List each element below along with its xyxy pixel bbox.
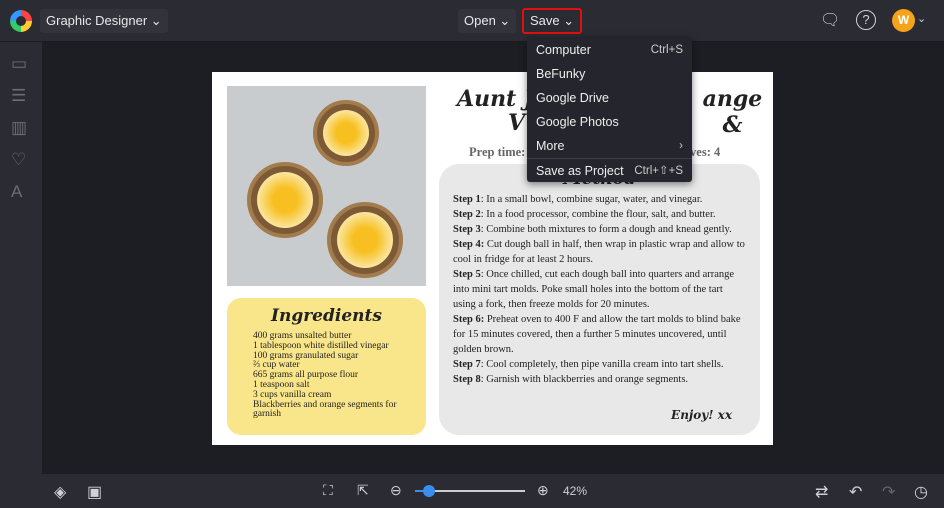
method-step: Step 4: Cut dough ball in half, then wra… [453,237,746,267]
step-text: : In a food processor, combine the flour… [480,209,716,220]
undo-icon[interactable]: ↶ [849,482,862,502]
history-icon[interactable]: ◷ [914,482,928,502]
layout-icon[interactable]: ▥ [11,118,27,138]
menu-item-label: Google Photos [536,115,619,129]
step-number: Step 2 [453,209,481,220]
mode-label: Graphic Designer [46,13,148,28]
step-number: Step 1 [453,194,481,205]
comment-icon[interactable]: 🗨 [820,10,840,30]
help-icon[interactable]: ? [856,10,876,30]
method-step: Step 5: Once chilled, cut each dough bal… [453,267,746,312]
zoom-slider[interactable] [415,485,525,497]
menu-item-label: More [536,139,565,153]
heart-icon[interactable]: ♡ [11,150,26,170]
save-menu-item[interactable]: Google Drive [527,86,692,110]
ingredients-title: Ingredients [271,306,382,326]
save-menu-item[interactable]: More › [527,134,692,158]
left-toolbar: ▭ ☰ ▥ ♡ A [0,42,42,474]
zoom-in-icon[interactable]: ⊕ [537,482,549,499]
title-line2: V [508,110,526,136]
layers-icon[interactable]: ◈ [54,482,66,502]
step-text: : Combine both mixtures to form a dough … [480,224,732,235]
step-number: Step 7 [453,359,481,370]
step-text: Cut dough ball in half, then wrap in pla… [453,239,745,265]
step-number: Step 5 [453,269,481,280]
step-number: Step 6: [453,314,485,325]
step-text: : Cool completely, then pipe vanilla cre… [480,359,724,370]
step-number: Step 3 [453,224,481,235]
save-menu-item[interactable]: Computer Ctrl+S [527,38,692,62]
step-number: Step 4: [453,239,485,250]
redo-icon[interactable]: ↷ [882,482,895,502]
save-menu-item[interactable]: BeFunky [527,62,692,86]
prep-time: Prep time: [469,145,526,159]
zoom-slider-handle[interactable] [422,485,435,497]
menu-item-label: Computer [536,43,591,57]
method-step: Step 2: In a food processor, combine the… [453,207,746,222]
step-text: : Once chilled, cut each dough ball into… [453,269,735,310]
method-step: Step 7: Cool completely, then pipe vanil… [453,357,746,372]
save-label: Save [530,13,560,28]
sliders-icon[interactable]: ☰ [11,86,26,106]
actual-size-icon[interactable]: ⇱ [357,482,369,499]
method-step: Step 3: Combine both mixtures to form a … [453,222,746,237]
fit-screen-icon[interactable]: ⛶ [323,482,333,499]
text-icon[interactable]: A [11,182,22,202]
menu-item-shortcut: › [679,140,683,152]
step-text: Preheat oven to 400 F and allow the tart… [453,314,741,355]
step-text: : Garnish with blackberries and orange s… [480,374,689,385]
ingredients-box: Ingredients 400 grams unsalted butter 1 t… [227,298,426,435]
save-button[interactable]: Save ⌄ [522,8,583,34]
method-step: Step 8: Garnish with blackberries and or… [453,372,746,387]
befunky-logo[interactable] [10,10,32,32]
mode-dropdown[interactable]: Graphic Designer ⌄ [40,9,168,33]
image-icon[interactable]: ▭ [11,54,27,74]
top-bar: Graphic Designer ⌄ Open ⌄ Save ⌄ 🗨 ? W ⌄ [0,0,944,42]
open-button[interactable]: Open ⌄ [458,9,517,33]
avatar[interactable]: W [892,9,915,32]
title-right: ange & [702,86,763,138]
flip-icon[interactable]: ⇄ [815,482,828,502]
zoom-out-icon[interactable]: ⊖ [390,482,402,499]
zoom-level: 42% [563,484,588,498]
tarts-photo [227,86,426,286]
signoff: Enjoy! xx [671,408,732,422]
save-menu: Computer Ctrl+S BeFunky Google Drive Google … [527,38,692,182]
step-number: Step 8 [453,374,481,385]
step-text: : In a small bowl, combine sugar, water,… [480,194,703,205]
menu-item-label: BeFunky [536,67,586,81]
save-menu-item[interactable]: Google Photos [527,110,692,134]
menu-item-shortcut: Ctrl+⇧+S [634,165,683,177]
method-step: Step 6: Preheat oven to 400 F and allow … [453,312,746,357]
menu-item-shortcut: Ctrl+S [650,44,683,56]
method-step: Step 1: In a small bowl, combine sugar, … [453,192,746,207]
ingredient-item: Blackberries and orange segments for gar… [253,399,397,420]
open-label: Open [464,13,496,28]
template-icon[interactable]: ▣ [87,482,102,502]
chevron-down-icon[interactable]: ⌄ [917,12,926,25]
method-box: Method Step 1: In a small bowl, combine … [439,164,760,435]
menu-item-label: Save as Project [536,164,624,178]
save-menu-item[interactable]: Save as Project Ctrl+⇧+S [527,158,692,182]
menu-item-label: Google Drive [536,91,609,105]
